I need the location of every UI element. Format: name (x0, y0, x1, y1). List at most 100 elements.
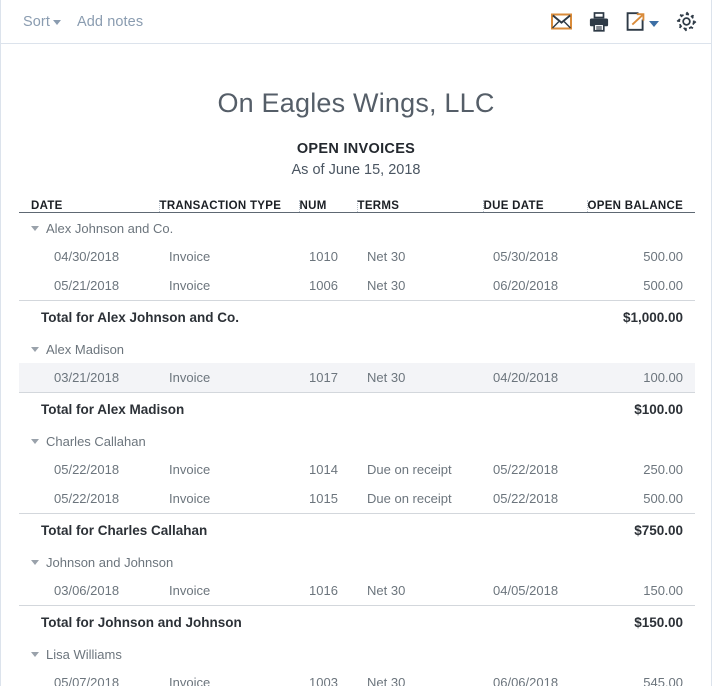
group-total-row: Total for Charles Callahan $750.00 (19, 513, 695, 547)
group-header-row[interactable]: Alex Madison (19, 334, 695, 363)
group-name: Lisa Williams (46, 647, 122, 662)
group-name: Charles Callahan (46, 434, 146, 449)
cell-terms: Net 30 (357, 363, 483, 393)
cell-num: 1016 (309, 583, 338, 598)
cell-due-date: 04/20/2018 (483, 363, 587, 393)
cell-date: 03/06/2018 (54, 583, 120, 598)
cell-open-balance: 500.00 (643, 278, 683, 293)
printer-icon[interactable] (589, 11, 609, 32)
cell-transaction-type: Invoice (159, 363, 299, 393)
cell-date: 04/30/2018 (54, 249, 120, 264)
sort-label: Sort (23, 13, 50, 30)
cell-terms: Net 30 (367, 583, 406, 598)
group-header-cell: Alex Johnson and Co. (19, 213, 695, 243)
add-notes-button[interactable]: Add notes (77, 14, 143, 30)
group-name: Alex Madison (46, 342, 125, 357)
collapse-triangle-icon[interactable] (31, 347, 39, 352)
cell-transaction-type: Invoice (169, 462, 211, 477)
report-window: Sort Add notes On Eagles Wings, LLC OPEN… (0, 0, 712, 686)
cell-transaction-type: Invoice (169, 583, 211, 598)
toolbar-right-actions (551, 11, 697, 32)
table-row[interactable]: 03/06/2018 Invoice 1016 Net 30 04/05/2018 150… (19, 576, 695, 606)
cell-date: 03/21/2018 (19, 363, 159, 393)
envelope-icon[interactable] (551, 13, 572, 30)
cell-due-date: 04/05/2018 (493, 583, 559, 598)
table-row[interactable]: 04/30/2018 Invoice 1010 Net 30 05/30/2018 500… (19, 242, 695, 271)
cell-transaction-type: Invoice (169, 675, 211, 686)
table-header-row: DATE TRANSACTION TYPE NUM TERMS DUE DATE… (19, 200, 695, 213)
export-icon (626, 12, 645, 31)
cell-num: 1015 (309, 491, 338, 506)
cell-transaction-type: Invoice (169, 491, 211, 506)
group-total-value: $100.00 (587, 392, 695, 426)
column-header-terms[interactable]: TERMS (357, 200, 484, 213)
group-total-row: Total for Alex Johnson and Co. $1,000.00 (19, 300, 695, 334)
table-row[interactable]: 05/07/2018 Invoice 1003 Net 30 06/06/2018 545… (19, 668, 695, 686)
open-invoices-table: DATE TRANSACTION TYPE NUM TERMS DUE DATE… (19, 200, 695, 686)
cell-due-date: 06/20/2018 (493, 278, 559, 293)
cell-date: 05/21/2018 (54, 278, 120, 293)
group-total-value: $1,000.00 (587, 300, 695, 334)
toolbar-left-actions: Sort Add notes (23, 14, 143, 30)
group-header-cell: Alex Madison (19, 334, 695, 363)
cell-date: 05/22/2018 (54, 462, 120, 477)
table-row[interactable]: 05/22/2018 Invoice 1014 Due on receipt 05/22… (19, 455, 695, 484)
group-header-row[interactable]: Lisa Williams (19, 639, 695, 668)
table-row[interactable]: 05/21/2018 Invoice 1006 Net 30 06/20/2018 500… (19, 271, 695, 301)
group-header-row[interactable]: Johnson and Johnson (19, 547, 695, 576)
group-total-value: $750.00 (587, 513, 695, 547)
sort-button[interactable]: Sort (23, 14, 61, 30)
collapse-triangle-icon[interactable] (31, 652, 39, 657)
column-header-date[interactable]: DATE (19, 200, 160, 213)
group-total-label: Total for Alex Johnson and Co. (19, 300, 587, 334)
group-header-row[interactable]: Charles Callahan (19, 426, 695, 455)
table-row[interactable]: 05/22/2018 Invoice 1015 Due on receipt 05/22… (19, 484, 695, 514)
group-total-label: Total for Alex Madison (19, 392, 587, 426)
report-body: On Eagles Wings, LLC OPEN INVOICES As of… (1, 88, 711, 686)
cell-due-date: 05/22/2018 (493, 462, 559, 477)
cell-open-balance: 545.00 (643, 675, 683, 686)
column-header-num[interactable]: NUM (299, 200, 358, 213)
table-body: Alex Johnson and Co. 04/30/2018 Invoice 101… (19, 213, 695, 686)
column-header-open-balance[interactable]: OPEN BALANCE (587, 200, 695, 213)
table-row[interactable]: 03/21/2018 Invoice 1017 Net 30 04/20/2018 100… (19, 363, 695, 393)
group-header-cell: Lisa Williams (19, 639, 695, 668)
group-header-cell: Johnson and Johnson (19, 547, 695, 576)
export-button[interactable] (626, 12, 659, 31)
cell-open-balance: 500.00 (643, 491, 683, 506)
group-total-label: Total for Johnson and Johnson (19, 605, 587, 639)
cell-due-date: 05/30/2018 (493, 249, 559, 264)
cell-date: 05/07/2018 (54, 675, 120, 686)
cell-due-date: 05/22/2018 (493, 491, 559, 506)
cell-num: 1014 (309, 462, 338, 477)
group-name: Johnson and Johnson (46, 555, 174, 570)
collapse-triangle-icon[interactable] (31, 439, 39, 444)
cell-terms: Net 30 (367, 675, 406, 686)
cell-num: 1006 (309, 278, 338, 293)
group-total-value: $150.00 (587, 605, 695, 639)
cell-num: 1017 (299, 363, 357, 393)
cell-transaction-type: Invoice (169, 278, 211, 293)
cell-due-date: 06/06/2018 (493, 675, 559, 686)
gear-icon[interactable] (676, 11, 697, 32)
cell-terms: Net 30 (367, 278, 406, 293)
group-header-row[interactable]: Alex Johnson and Co. (19, 213, 695, 243)
collapse-triangle-icon[interactable] (31, 226, 39, 231)
column-header-transaction-type[interactable]: TRANSACTION TYPE (159, 200, 300, 213)
collapse-triangle-icon[interactable] (31, 560, 39, 565)
cell-terms: Net 30 (367, 249, 406, 264)
cell-date: 05/22/2018 (54, 491, 120, 506)
cell-terms: Due on receipt (367, 491, 452, 506)
report-subtitle: As of June 15, 2018 (291, 162, 421, 178)
cell-num: 1010 (309, 249, 338, 264)
group-total-label: Total for Charles Callahan (19, 513, 587, 547)
cell-open-balance: 500.00 (643, 249, 683, 264)
report-toolbar: Sort Add notes (1, 0, 711, 44)
group-header-cell: Charles Callahan (19, 426, 695, 455)
chevron-down-icon (649, 20, 659, 27)
chevron-down-icon (53, 20, 61, 25)
group-total-row: Total for Johnson and Johnson $150.00 (19, 605, 695, 639)
table-header: DATE TRANSACTION TYPE NUM TERMS DUE DATE… (19, 200, 695, 213)
cell-terms: Due on receipt (367, 462, 452, 477)
column-header-due-date[interactable]: DUE DATE (483, 200, 588, 213)
